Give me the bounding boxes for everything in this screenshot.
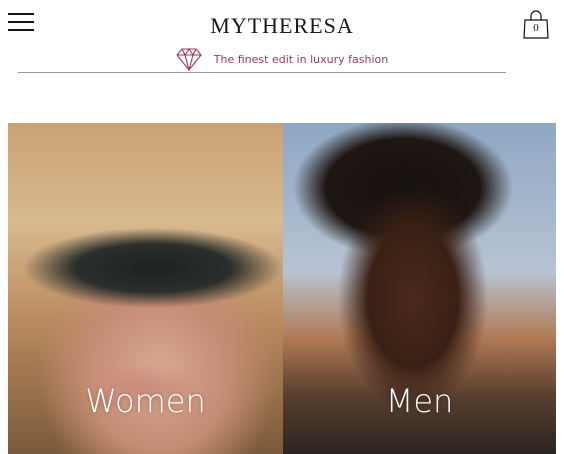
tagline-text: The finest edit in luxury fashion [213,52,389,66]
tagline: The finest edit in luxury fashion [0,47,564,71]
shopping-bag-button[interactable]: 0 [523,9,549,39]
women-label: Women [85,382,206,420]
men-label: Men [385,382,454,420]
women-category-tile[interactable]: Women [8,123,283,454]
men-category-tile[interactable]: Men [283,123,556,454]
diamond-icon [176,48,202,71]
logo[interactable]: MYTHERESA [0,13,564,39]
bag-count: 0 [533,22,539,34]
header-divider [18,72,506,73]
